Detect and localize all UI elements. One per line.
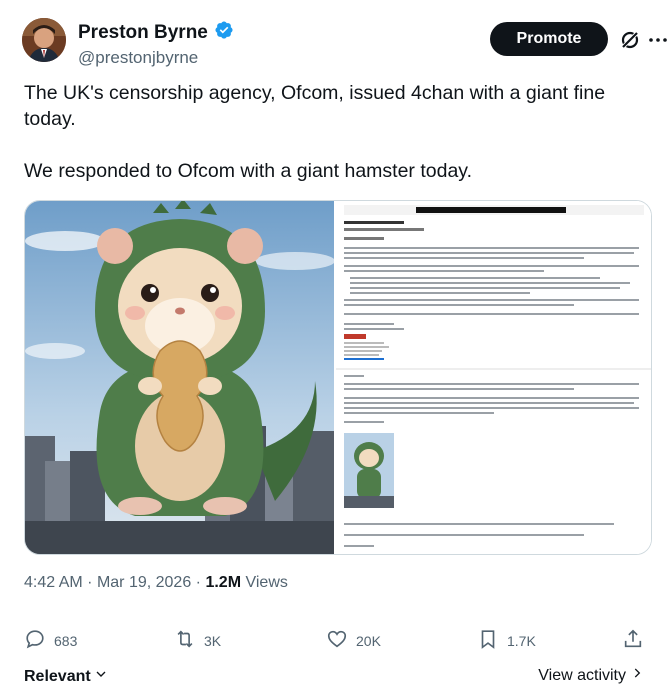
tweet-text: The UK's censorship agency, Ofcom, issue… bbox=[24, 80, 644, 210]
tweet-date[interactable]: Mar 19, 2026 bbox=[97, 574, 191, 591]
promote-button[interactable]: Promote bbox=[490, 22, 608, 56]
reply-count: 683 bbox=[54, 632, 78, 649]
display-name[interactable]: Preston Byrne bbox=[78, 22, 208, 44]
view-activity-label: View activity bbox=[538, 666, 626, 684]
like-count: 20K bbox=[356, 632, 381, 649]
reply-button[interactable]: 683 bbox=[24, 628, 77, 653]
grok-icon[interactable] bbox=[618, 28, 642, 52]
share-button[interactable] bbox=[622, 628, 644, 653]
repost-count: 3K bbox=[204, 632, 222, 649]
media-grid bbox=[24, 200, 652, 555]
verified-badge-icon bbox=[214, 20, 234, 45]
repost-icon bbox=[174, 628, 196, 653]
hamster-image[interactable] bbox=[25, 201, 336, 554]
bookmark-icon bbox=[477, 628, 499, 653]
letter-screenshot[interactable] bbox=[336, 201, 651, 554]
handle[interactable]: @prestonjbyrne bbox=[78, 48, 234, 68]
like-button[interactable]: 20K bbox=[326, 628, 381, 653]
view-activity-link[interactable]: View activity bbox=[538, 666, 644, 685]
tweet-time[interactable]: 4:42 AM bbox=[24, 574, 83, 591]
tweet-paragraph: The UK's censorship agency, Ofcom, issue… bbox=[24, 82, 606, 130]
tweet-header: Preston Byrne @prestonjbyrne Promote bbox=[22, 18, 667, 70]
views-label: Views bbox=[245, 574, 288, 591]
chevron-down-icon bbox=[93, 666, 109, 687]
repost-button[interactable]: 3K bbox=[174, 628, 221, 653]
relevant-sort-button[interactable]: Relevant bbox=[24, 666, 109, 687]
chevron-right-icon bbox=[630, 666, 644, 685]
views-count: 1.2M bbox=[205, 574, 242, 591]
tweet-meta: 4:42 AM · Mar 19, 2026 · 1.2M Views bbox=[24, 574, 288, 591]
share-icon bbox=[622, 628, 644, 653]
action-bar: 683 3K 20K 1.7K bbox=[24, 628, 644, 654]
heart-icon bbox=[326, 628, 348, 653]
more-icon[interactable] bbox=[646, 28, 669, 52]
tweet-paragraph: We responded to Ofcom with a giant hamst… bbox=[24, 160, 473, 182]
relevant-label: Relevant bbox=[24, 667, 91, 685]
bookmark-count: 1.7K bbox=[507, 632, 536, 649]
avatar[interactable] bbox=[22, 18, 66, 62]
bookmark-button[interactable]: 1.7K bbox=[477, 628, 536, 653]
reply-icon bbox=[24, 628, 46, 653]
reply-footer: Relevant View activity bbox=[24, 666, 644, 690]
